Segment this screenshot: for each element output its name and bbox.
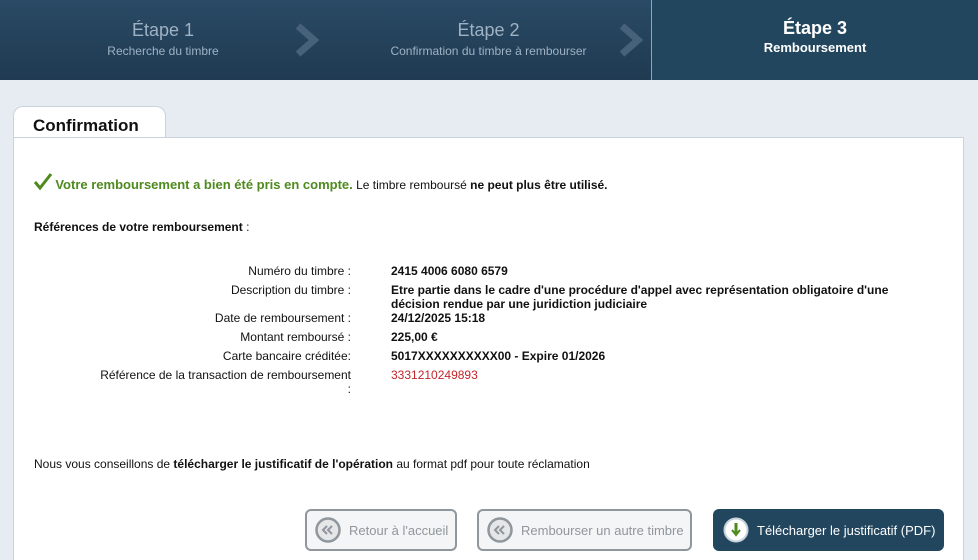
download-arrow-icon <box>723 517 749 543</box>
success-text: Le timbre remboursé <box>352 178 471 192</box>
double-chevron-left-icon <box>487 517 513 543</box>
step-progress-header: Étape 1 Recherche du timbre Étape 2 Conf… <box>0 0 978 80</box>
step-3-subtitle: Remboursement <box>763 40 867 55</box>
advice-before: Nous vous conseillons de <box>34 457 174 471</box>
advice-after: au format pdf pour toute réclamation <box>393 457 590 471</box>
transaction-value: 3331210249893 <box>391 368 478 382</box>
amount-value: 225,00 € <box>391 330 438 344</box>
date-label: Date de remboursement : <box>214 311 351 325</box>
advice-bold: télécharger le justificatif de l'opérati… <box>173 457 393 471</box>
step-3-active: Étape 3 Remboursement <box>651 0 978 80</box>
date-value: 24/12/2025 15:18 <box>391 311 486 325</box>
success-headline: Votre remboursement a bien été pris en c… <box>55 177 353 192</box>
step-1-subtitle: Recherche du timbre <box>107 44 219 58</box>
transaction-label-colon: : <box>347 382 351 396</box>
success-message: Votre remboursement a bien été pris en c… <box>34 173 608 192</box>
refund-another-stamp-button[interactable]: Rembourser un autre timbre <box>477 509 692 551</box>
references-title-suffix: : <box>242 220 250 234</box>
tab-confirmation-label: Confirmation <box>33 116 139 135</box>
back-home-button[interactable]: Retour à l'accueil <box>305 509 457 551</box>
description-value-line1: Etre partie dans le cadre d'une procédur… <box>391 283 889 297</box>
double-chevron-left-icon <box>315 517 341 543</box>
step-2: Étape 2 Confirmation du timbre à rembour… <box>326 0 651 80</box>
chevron-right-icon <box>295 23 320 57</box>
step-3-title: Étape 3 <box>782 18 848 38</box>
refund-another-stamp-label: Rembourser un autre timbre <box>521 522 684 538</box>
description-value-line2: décision rendue par une juridiction judi… <box>391 297 648 311</box>
stamp-number-label: Numéro du timbre : <box>248 264 351 278</box>
tab-confirmation: Confirmation <box>13 106 166 138</box>
chevron-right-icon <box>619 23 644 57</box>
checkmark-icon <box>34 173 52 191</box>
back-home-label: Retour à l'accueil <box>349 522 449 538</box>
stamp-number-value: 2415 4006 6080 6579 <box>391 264 508 278</box>
step-2-subtitle: Confirmation du timbre à rembourser <box>390 44 587 58</box>
step-1: Étape 1 Recherche du timbre <box>0 0 326 80</box>
amount-label: Montant remboursé : <box>240 330 351 344</box>
references-title: Références de votre remboursement : <box>34 220 249 234</box>
transaction-label: Référence de la transaction de rembourse… <box>100 368 351 382</box>
references-title-label: Références de votre remboursement <box>34 220 243 234</box>
step-1-title: Étape 1 <box>131 20 195 40</box>
success-text-bold: ne peut plus être utilisé. <box>470 178 608 192</box>
step-2-title: Étape 2 <box>457 20 520 40</box>
advice-text: Nous vous conseillons de télécharger le … <box>34 457 590 471</box>
download-receipt-button[interactable]: Télécharger le justificatif (PDF) <box>713 509 944 551</box>
card-label: Carte bancaire créditée: <box>222 349 351 363</box>
card-value: 5017XXXXXXXXXX00 - Expire 01/2026 <box>391 349 606 363</box>
download-receipt-label: Télécharger le justificatif (PDF) <box>757 522 936 538</box>
description-label: Description du timbre : <box>230 283 351 297</box>
